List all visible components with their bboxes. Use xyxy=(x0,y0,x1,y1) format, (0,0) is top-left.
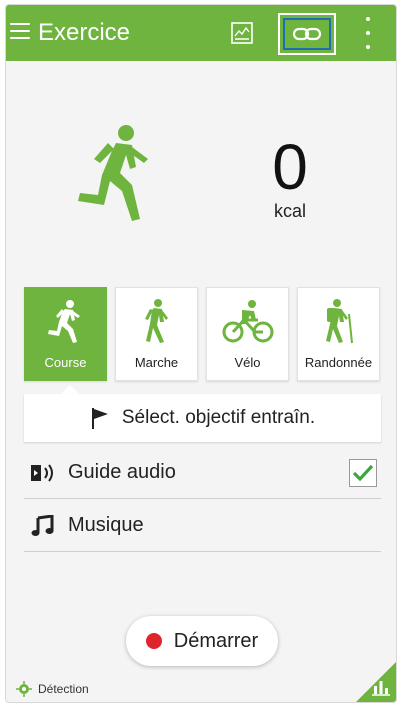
start-label: Démarrer xyxy=(173,629,259,652)
workout-goal-button[interactable]: Sélect. objectif entraîn. xyxy=(24,394,381,442)
runner-icon xyxy=(25,298,106,344)
activity-label: Course xyxy=(44,355,87,370)
exercise-screen: Exercice 0 kcal Course Marche Vélo Rando… xyxy=(5,4,397,703)
activity-label: Randonnée xyxy=(304,355,373,370)
record-dot-icon xyxy=(145,633,162,649)
workout-goal-label: Sélect. objectif entraîn. xyxy=(121,407,316,428)
link-button[interactable] xyxy=(278,13,336,55)
chart-icon[interactable] xyxy=(231,22,253,44)
audio-guide-icon xyxy=(26,462,60,484)
activity-label: Vélo xyxy=(234,355,261,370)
audio-guide-label: Guide audio xyxy=(68,461,176,483)
music-note-icon xyxy=(26,514,60,537)
activity-randonnee[interactable]: Randonnée xyxy=(297,287,380,381)
activity-course[interactable]: Course xyxy=(24,287,107,381)
flag-icon xyxy=(90,406,112,430)
start-button[interactable]: Démarrer xyxy=(126,616,278,666)
activity-selector: Course Marche Vélo Randonnée xyxy=(24,287,381,381)
audio-guide-row[interactable]: Guide audio xyxy=(24,447,381,499)
cyclist-icon xyxy=(207,298,288,344)
activity-marche[interactable]: Marche xyxy=(115,287,198,381)
activity-velo[interactable]: Vélo xyxy=(206,287,289,381)
app-title: Exercice xyxy=(38,19,131,46)
kcal-value: 0 xyxy=(272,131,308,203)
gps-icon xyxy=(16,681,32,697)
app-bar: Exercice xyxy=(6,5,396,61)
bar-chart-icon[interactable] xyxy=(371,678,391,696)
music-label: Musique xyxy=(68,514,144,536)
walker-icon xyxy=(116,298,197,344)
more-icon[interactable] xyxy=(358,17,378,49)
kcal-unit: kcal xyxy=(273,201,306,221)
audio-guide-checkbox[interactable] xyxy=(349,459,377,487)
music-row[interactable]: Musique xyxy=(24,500,381,552)
menu-icon[interactable] xyxy=(10,23,30,41)
link-icon xyxy=(283,18,331,50)
detection-label: Détection xyxy=(38,682,89,696)
check-icon xyxy=(352,464,374,482)
activity-label: Marche xyxy=(134,355,179,370)
hiker-icon xyxy=(298,298,379,344)
detection-status[interactable]: Détection xyxy=(16,681,89,697)
selection-pointer xyxy=(61,385,79,394)
runner-hero-icon xyxy=(70,123,160,227)
